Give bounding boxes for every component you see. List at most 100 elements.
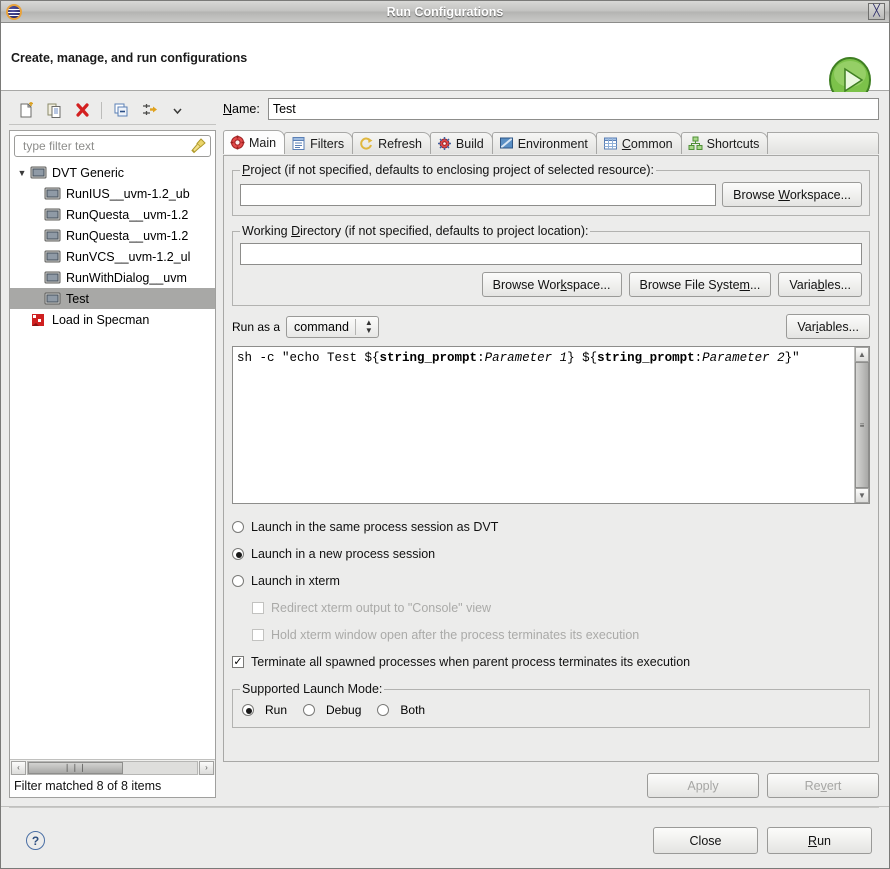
radio-launch-xterm[interactable]: Launch in xterm bbox=[232, 567, 870, 594]
filter-configurations-button[interactable] bbox=[136, 99, 162, 123]
working-directory-buttons: Browse Workspace... Browse File System..… bbox=[240, 272, 862, 297]
variables-button[interactable]: Variables... bbox=[778, 272, 862, 297]
tab-build[interactable]: Build bbox=[430, 132, 493, 154]
scrollbar-track[interactable]: ❘❘❘ bbox=[27, 761, 198, 775]
scroll-down-icon[interactable]: ▼ bbox=[855, 488, 869, 503]
tree-item-label: DVT Generic bbox=[52, 166, 124, 180]
cmd-suffix: }" bbox=[785, 351, 800, 365]
expand-twisty-icon[interactable]: ▼ bbox=[14, 168, 30, 178]
new-document-icon bbox=[18, 102, 35, 119]
apply-button[interactable]: Apply bbox=[647, 773, 759, 798]
launch-mode-options: Run Debug Both bbox=[240, 701, 862, 719]
collapse-all-button[interactable] bbox=[108, 99, 134, 123]
dialog-body: ▼ DVT Generic RunI bbox=[1, 92, 889, 806]
option-label: Launch in a new process session bbox=[251, 547, 435, 561]
tree-horizontal-scrollbar[interactable]: ‹ ❘❘❘ › bbox=[10, 759, 215, 775]
filters-list-icon bbox=[291, 136, 306, 151]
tab-main[interactable]: Main bbox=[223, 130, 285, 154]
close-button[interactable]: Close bbox=[653, 827, 758, 854]
broom-clear-icon[interactable] bbox=[190, 138, 207, 154]
browse-workspace-button[interactable]: Browse Workspace... bbox=[482, 272, 622, 297]
tree-item-test[interactable]: Test bbox=[10, 288, 215, 309]
project-input[interactable] bbox=[240, 184, 716, 206]
command-vertical-scrollbar[interactable]: ▲ ≡ ▼ bbox=[854, 347, 869, 503]
configuration-editor: Name: Main bbox=[223, 97, 879, 798]
tab-label: Environment bbox=[518, 137, 588, 151]
radio-launch-same-session[interactable]: Launch in the same process session as DV… bbox=[232, 513, 870, 540]
cmd-mid: } ${ bbox=[567, 351, 597, 365]
tab-refresh[interactable]: Refresh bbox=[352, 132, 431, 154]
radio-mode-debug[interactable] bbox=[303, 704, 315, 716]
scroll-up-icon[interactable]: ▲ bbox=[855, 347, 869, 362]
radio-mode-both-label: Both bbox=[400, 703, 425, 717]
tree-item-label: RunWithDialog__uvm bbox=[66, 271, 187, 285]
launch-config-icon bbox=[44, 250, 61, 264]
tree-item-runius[interactable]: RunIUS__uvm-1.2_ub bbox=[10, 183, 215, 204]
new-configuration-button[interactable] bbox=[13, 99, 39, 123]
project-browse-workspace-button[interactable]: Browse Workspace... bbox=[722, 182, 862, 207]
close-icon[interactable]: ╳ bbox=[868, 3, 885, 20]
tree-item-dvt-generic[interactable]: ▼ DVT Generic bbox=[10, 162, 215, 183]
tab-filters[interactable]: Filters bbox=[284, 132, 353, 154]
command-text[interactable]: sh -c "echo Test ${string_prompt:Paramet… bbox=[233, 347, 854, 503]
help-question-icon[interactable]: ? bbox=[26, 831, 45, 850]
tab-environment[interactable]: Environment bbox=[492, 132, 597, 154]
name-input[interactable] bbox=[268, 98, 879, 120]
view-menu-button[interactable] bbox=[164, 99, 190, 123]
tree-item-runquesta-1[interactable]: RunQuesta__uvm-1.2 bbox=[10, 204, 215, 225]
tab-shortcuts[interactable]: Shortcuts bbox=[681, 132, 769, 154]
checkbox-indicator[interactable]: ✓ bbox=[232, 656, 244, 668]
checkbox-terminate-spawned-processes[interactable]: ✓ Terminate all spawned processes when p… bbox=[232, 648, 870, 675]
tree-item-label: Load in Specman bbox=[52, 313, 149, 327]
radio-launch-new-session[interactable]: Launch in a new process session bbox=[232, 540, 870, 567]
tab-label: Shortcuts bbox=[707, 137, 760, 151]
launch-config-icon bbox=[44, 292, 61, 306]
option-label: Redirect xterm output to "Console" view bbox=[271, 601, 491, 615]
browse-file-system-button[interactable]: Browse File System... bbox=[629, 272, 772, 297]
radio-mode-both[interactable] bbox=[377, 704, 389, 716]
tree-item-label: RunQuesta__uvm-1.2 bbox=[66, 208, 188, 222]
run-as-selected-value: command bbox=[294, 320, 349, 334]
dialog-header: Create, manage, and run configurations bbox=[1, 23, 889, 91]
eclipse-icon bbox=[6, 4, 22, 20]
scrollbar-thumb[interactable]: ❘❘❘ bbox=[28, 762, 123, 774]
filter-status-label: Filter matched 8 of 8 items bbox=[10, 775, 215, 797]
launch-config-icon bbox=[44, 208, 61, 222]
tab-common[interactable]: Common bbox=[596, 132, 682, 154]
tab-bar-filler bbox=[767, 132, 879, 154]
search-input[interactable] bbox=[21, 138, 190, 154]
radio-indicator[interactable] bbox=[232, 575, 244, 587]
scroll-left-icon[interactable]: ‹ bbox=[11, 761, 26, 775]
scrollbar-track[interactable]: ≡ bbox=[855, 362, 869, 488]
project-group: Project (if not specified, defaults to e… bbox=[232, 163, 870, 216]
radio-indicator[interactable] bbox=[232, 548, 244, 560]
main-tab-panel: Project (if not specified, defaults to e… bbox=[223, 155, 879, 762]
cmd-var1-name: string_prompt bbox=[380, 351, 478, 365]
window-title: Run Configurations bbox=[1, 5, 889, 19]
launch-config-icon bbox=[44, 271, 61, 285]
duplicate-configuration-button[interactable] bbox=[41, 99, 67, 123]
refresh-arrows-icon bbox=[359, 136, 374, 151]
launch-options: Launch in the same process session as DV… bbox=[232, 513, 870, 675]
radio-indicator[interactable] bbox=[232, 521, 244, 533]
configurations-tree[interactable]: ▼ DVT Generic RunI bbox=[10, 160, 215, 759]
radio-mode-run[interactable] bbox=[242, 704, 254, 716]
scroll-right-icon[interactable]: › bbox=[199, 761, 214, 775]
run-as-label: Run as a bbox=[232, 320, 280, 334]
cmd-var1-sep: : bbox=[477, 351, 485, 365]
tree-item-runvcs[interactable]: RunVCS__uvm-1.2_ul bbox=[10, 246, 215, 267]
tab-label: Refresh bbox=[378, 137, 422, 151]
cmd-var2-value: Parameter 2 bbox=[702, 351, 785, 365]
tree-item-runwithdialog[interactable]: RunWithDialog__uvm bbox=[10, 267, 215, 288]
tree-item-runquesta-2[interactable]: RunQuesta__uvm-1.2 bbox=[10, 225, 215, 246]
delete-configuration-button[interactable] bbox=[69, 99, 95, 123]
tree-item-load-in-specman[interactable]: Load in Specman bbox=[10, 309, 215, 330]
revert-button[interactable]: Revert bbox=[767, 773, 879, 798]
working-directory-input[interactable] bbox=[240, 243, 862, 265]
scrollbar-thumb[interactable]: ≡ bbox=[855, 362, 869, 488]
run-as-variables-button[interactable]: Variables... bbox=[786, 314, 870, 339]
option-label: Hold xterm window open after the process… bbox=[271, 628, 639, 642]
specman-red-icon bbox=[30, 313, 47, 327]
run-button[interactable]: Run bbox=[767, 827, 872, 854]
run-as-select[interactable]: command ▲▼ bbox=[286, 316, 379, 338]
